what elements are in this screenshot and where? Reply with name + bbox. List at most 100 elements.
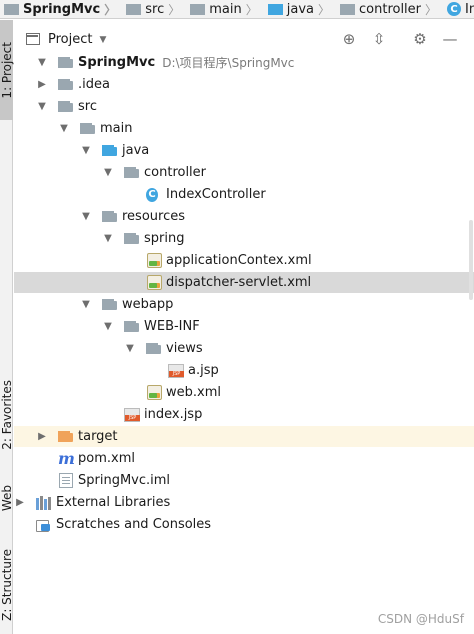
chevron-down-icon[interactable]: ▼	[102, 167, 114, 179]
tree-label: IndexController	[166, 187, 266, 202]
tree-label: spring	[144, 231, 185, 246]
tree-label: WEB-INF	[144, 319, 200, 334]
gear-icon[interactable]: ⚙	[410, 29, 430, 49]
tree-row-index-controller[interactable]: C IndexController	[14, 184, 474, 205]
chevron-down-icon[interactable]: ▼	[80, 145, 92, 157]
chevron-down-icon[interactable]: ▼	[102, 321, 114, 333]
chevron-right-icon[interactable]: ▶	[36, 79, 48, 91]
chevron-down-icon[interactable]: ▼	[99, 35, 106, 45]
excluded-folder-icon	[58, 431, 73, 442]
tab-structure[interactable]: Z: Structure	[0, 540, 14, 630]
tree-row-index-jsp[interactable]: index.jsp	[14, 404, 474, 425]
tree-label: main	[100, 121, 133, 136]
tree-label: web.xml	[166, 385, 221, 400]
tree-row-resources[interactable]: ▼ resources	[14, 206, 474, 227]
chevron-right-icon[interactable]: ▶	[36, 431, 48, 443]
folder-icon	[58, 101, 73, 112]
tree-path: D:\项目程序\SpringMvc	[162, 56, 295, 70]
tree-row-idea[interactable]: ▶ .idea	[14, 74, 474, 95]
spring-xml-icon	[146, 253, 162, 268]
tree-row-web-xml[interactable]: web.xml	[14, 382, 474, 403]
tab-web-label: Web	[0, 484, 14, 512]
tree-label: SpringMvc	[78, 55, 156, 70]
tree-row-a-jsp[interactable]: a.jsp	[14, 360, 474, 381]
tree-label: controller	[144, 165, 207, 180]
tree-label: .idea	[78, 77, 110, 92]
breadcrumb-index-controller[interactable]: C IndexController	[443, 0, 474, 18]
tree-row-scratches[interactable]: Scratches and Consoles	[14, 514, 474, 535]
breadcrumb-controller[interactable]: controller 〉	[336, 0, 443, 18]
tree-row-main[interactable]: ▼ main	[14, 118, 474, 139]
tab-favorites-label: 2: Favorites	[0, 380, 14, 450]
tree-row-application-context[interactable]: applicationContex.xml	[14, 250, 474, 271]
chevron-down-icon[interactable]: ▼	[58, 123, 70, 135]
locate-icon[interactable]: ⊕	[339, 29, 359, 49]
tool-window-strip: 1: Project 2: Favorites Web Z: Structure	[0, 20, 14, 634]
panel-title[interactable]: Project	[48, 32, 92, 47]
folder-icon	[146, 343, 161, 354]
tree-row-spring[interactable]: ▼ spring	[14, 228, 474, 249]
chevron-right-icon: 〉	[104, 2, 117, 17]
tab-web[interactable]: Web	[0, 478, 14, 518]
tree-label: dispatcher-servlet.xml	[166, 275, 312, 290]
tree-row-views[interactable]: ▼ views	[14, 338, 474, 359]
chevron-down-icon[interactable]: ▼	[80, 299, 92, 311]
package-icon	[124, 167, 139, 178]
tab-project[interactable]: 1: Project	[0, 20, 14, 120]
breadcrumb-label: java	[286, 1, 314, 17]
web-folder-icon	[102, 299, 117, 310]
tree-label: SpringMvc.iml	[78, 473, 171, 488]
breadcrumb-java[interactable]: java 〉	[264, 0, 336, 18]
chevron-down-icon[interactable]: ▼	[36, 57, 48, 69]
breadcrumb-project[interactable]: SpringMvc 〉	[0, 0, 122, 18]
breadcrumb-main[interactable]: main 〉	[186, 0, 264, 18]
breadcrumb-label: src	[145, 1, 165, 17]
project-panel-header: Project ▼ ⊕ ⇳ ⚙ —	[14, 26, 474, 52]
chevron-down-icon[interactable]: ▼	[36, 101, 48, 113]
tree-row-target[interactable]: ▶ target	[14, 426, 474, 447]
folder-icon	[4, 3, 19, 15]
tree-label: webapp	[122, 297, 174, 312]
tree-row-webapp[interactable]: ▼ webapp	[14, 294, 474, 315]
project-view-icon	[26, 33, 40, 45]
tree-label: views	[166, 341, 203, 356]
breadcrumb: SpringMvc 〉 src 〉 main 〉 java 〉 controll…	[0, 0, 474, 19]
folder-icon	[58, 79, 73, 90]
hide-icon[interactable]: —	[440, 29, 460, 49]
tree-row-pom[interactable]: m pom.xml	[14, 448, 474, 469]
tree-row-root[interactable]: ▼ SpringMvc D:\项目程序\SpringMvc	[14, 52, 474, 73]
breadcrumb-src[interactable]: src 〉	[122, 0, 186, 18]
chevron-down-icon[interactable]: ▼	[102, 233, 114, 245]
web-xml-icon	[146, 385, 162, 400]
breadcrumb-label: SpringMvc	[23, 1, 101, 17]
collapse-all-icon[interactable]: ⇳	[369, 29, 389, 49]
tree-label: index.jsp	[144, 407, 203, 422]
scratches-icon	[36, 518, 52, 532]
tree-row-src[interactable]: ▼ src	[14, 96, 474, 117]
breadcrumb-label: IndexController	[465, 1, 474, 17]
maven-icon: m	[58, 449, 75, 468]
tree-row-controller[interactable]: ▼ controller	[14, 162, 474, 183]
package-icon	[340, 3, 355, 15]
tab-favorites[interactable]: 2: Favorites	[0, 365, 14, 465]
tree-label: target	[78, 429, 118, 444]
chevron-right-icon[interactable]: ▶	[14, 497, 26, 509]
tree-label: resources	[122, 209, 186, 224]
tree-row-web-inf[interactable]: ▼ WEB-INF	[14, 316, 474, 337]
folder-icon	[124, 233, 139, 244]
chevron-right-icon: 〉	[425, 2, 438, 17]
folder-icon	[80, 123, 95, 134]
chevron-right-icon: 〉	[168, 2, 181, 17]
tree-row-java[interactable]: ▼ java	[14, 140, 474, 161]
tree-row-dispatcher-servlet[interactable]: dispatcher-servlet.xml	[14, 272, 474, 293]
scrollbar[interactable]	[469, 220, 473, 300]
chevron-right-icon: 〉	[317, 2, 330, 17]
breadcrumb-label: main	[209, 1, 242, 17]
tree-row-external-libraries[interactable]: ▶ External Libraries	[14, 492, 474, 513]
tree-row-iml[interactable]: SpringMvc.iml	[14, 470, 474, 491]
chevron-down-icon[interactable]: ▼	[124, 343, 136, 355]
tree-label: Scratches and Consoles	[56, 517, 212, 532]
chevron-down-icon[interactable]: ▼	[80, 211, 92, 223]
source-folder-icon	[267, 3, 283, 15]
jsp-file-icon	[168, 363, 184, 378]
